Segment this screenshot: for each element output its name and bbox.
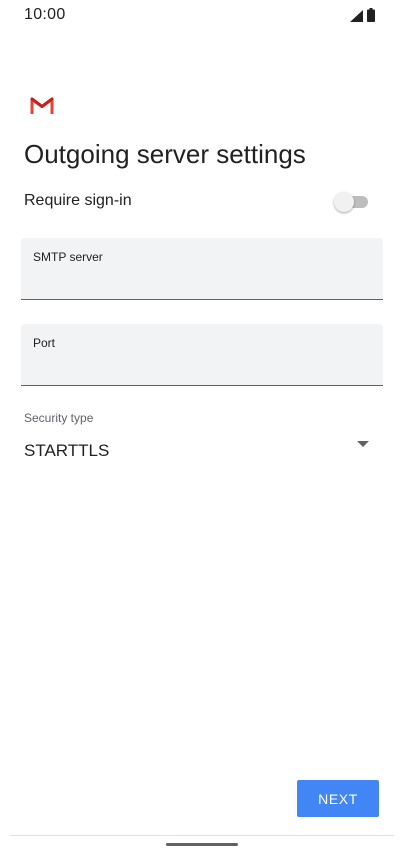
status-bar: 10:00	[0, 0, 404, 34]
security-type-value: STARTTLS	[24, 441, 110, 460]
port-label: Port	[33, 336, 56, 350]
gmail-logo-icon	[30, 97, 54, 114]
port-input[interactable]	[33, 354, 369, 378]
require-sign-in-toggle[interactable]	[334, 192, 370, 212]
port-field[interactable]: Port	[21, 324, 383, 386]
toggle-thumb	[334, 192, 354, 212]
dropdown-arrow-icon	[357, 441, 369, 447]
require-sign-in-label: Require sign-in	[24, 192, 132, 209]
home-indicator[interactable]	[166, 843, 238, 846]
page-title: Outgoing server settings	[24, 139, 306, 169]
smtp-server-label: SMTP server	[33, 250, 103, 264]
security-type-dropdown[interactable]: STARTTLS	[21, 432, 383, 472]
bottom-divider	[10, 835, 394, 836]
next-button[interactable]: NEXT	[297, 780, 379, 817]
status-time: 10:00	[24, 6, 66, 23]
battery-icon	[367, 8, 375, 22]
security-type-label: Security type	[24, 411, 94, 425]
smtp-server-input[interactable]	[33, 268, 369, 292]
smtp-server-field[interactable]: SMTP server	[21, 238, 383, 300]
signal-icon	[350, 10, 363, 22]
